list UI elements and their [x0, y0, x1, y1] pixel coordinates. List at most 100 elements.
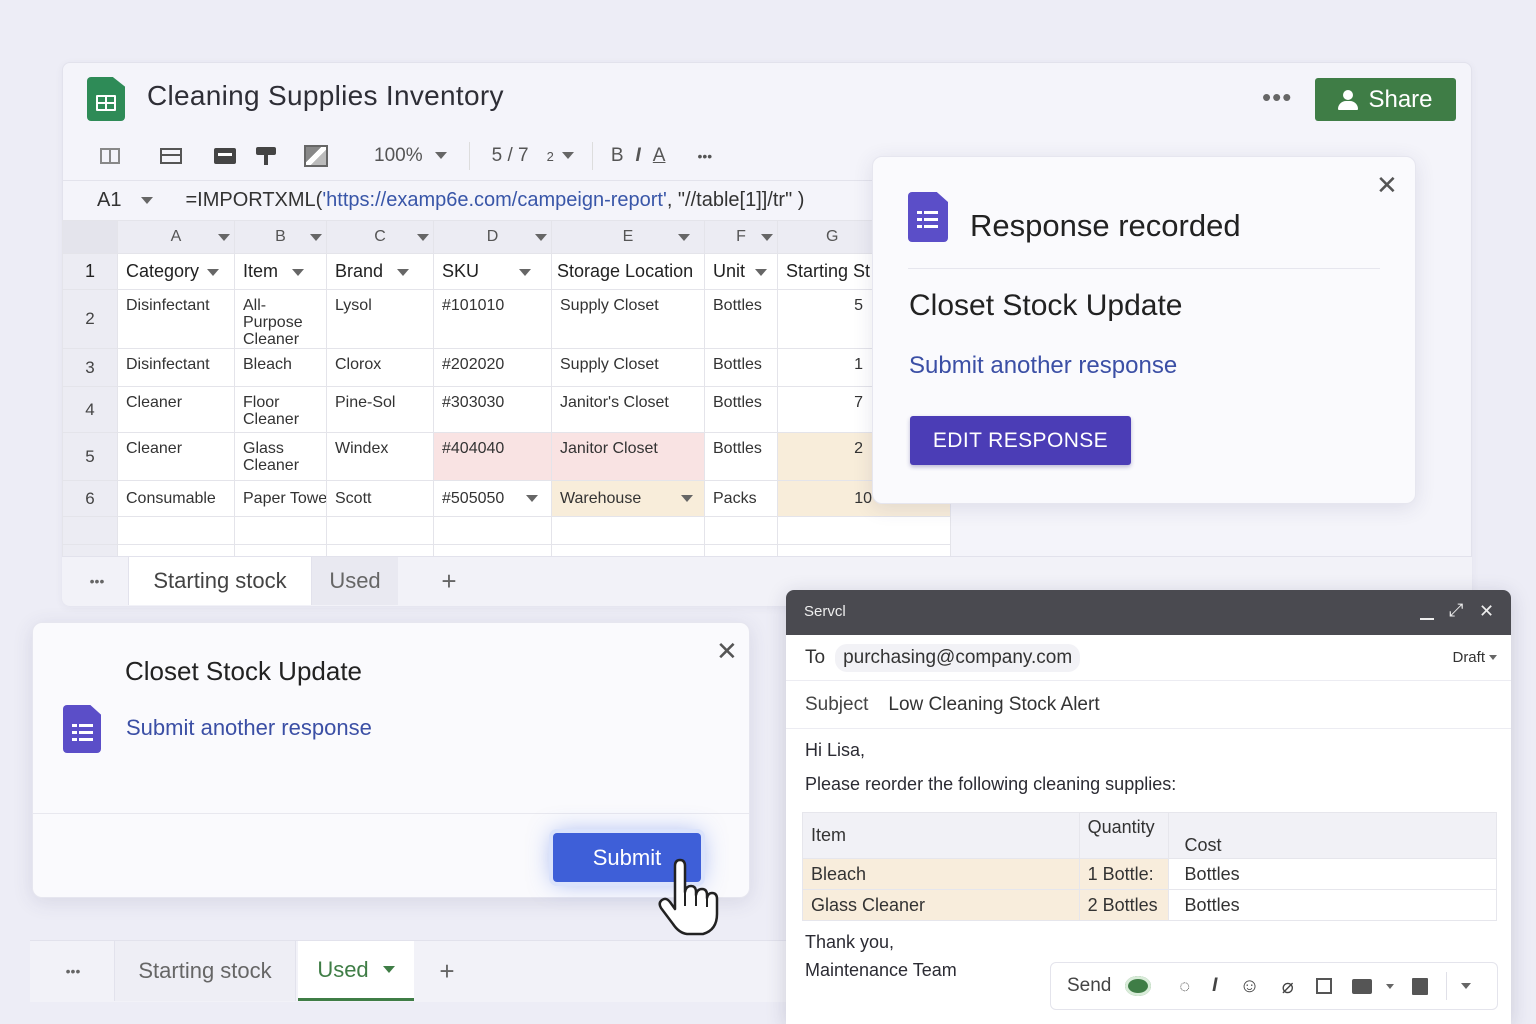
- table-cell[interactable]: All-Purpose Cleaner: [234, 289, 327, 349]
- drive-icon[interactable]: [1315, 978, 1332, 994]
- table-cell[interactable]: #202020: [433, 348, 552, 387]
- empty-cell[interactable]: [433, 516, 552, 545]
- more-options-icon[interactable]: •••: [1262, 82, 1292, 113]
- zoom-select[interactable]: 100%: [374, 145, 447, 167]
- header-cell[interactable]: SKU: [433, 253, 552, 290]
- table-cell[interactable]: Pine-Sol: [326, 386, 434, 433]
- table-cell[interactable]: Disinfectant: [117, 348, 235, 387]
- row-number[interactable]: 4: [62, 386, 118, 433]
- close-icon[interactable]: ✕: [1479, 601, 1494, 622]
- formula-input[interactable]: =IMPORTXML('https://examp6e.com/campeign…: [185, 189, 804, 212]
- filter-icon[interactable]: [755, 268, 768, 276]
- table-cell[interactable]: Cleaner: [117, 432, 235, 481]
- close-icon[interactable]: ✕: [716, 636, 738, 667]
- table-cell[interactable]: Scott: [326, 480, 434, 517]
- header-cell[interactable]: Category: [117, 253, 235, 290]
- close-icon[interactable]: ✕: [1376, 170, 1398, 201]
- highlighted-cell[interactable]: #404040: [433, 432, 552, 481]
- row-number[interactable]: 3: [62, 348, 118, 387]
- empty-cell[interactable]: [704, 516, 778, 545]
- empty-cell[interactable]: [326, 516, 434, 545]
- row-number[interactable]: 5: [62, 432, 118, 481]
- column-header-a[interactable]: A: [117, 220, 235, 254]
- table-cell[interactable]: Floor Cleaner: [234, 386, 327, 433]
- split-view-icon[interactable]: [100, 148, 120, 164]
- more-options-icon[interactable]: [1460, 983, 1471, 989]
- more-toolbar-icon[interactable]: •••: [697, 148, 712, 164]
- corner-cell[interactable]: [62, 220, 118, 254]
- table-cell[interactable]: Consumable: [117, 480, 235, 517]
- notification-icon[interactable]: ◌: [1179, 976, 1190, 997]
- tab-used[interactable]: Used: [298, 941, 414, 1001]
- cell-reference[interactable]: A1: [97, 189, 121, 212]
- table-icon[interactable]: [160, 148, 182, 164]
- filter-icon[interactable]: [207, 268, 220, 276]
- font-size-select[interactable]: 5 / 72: [492, 145, 574, 167]
- table-cell[interactable]: Bottles: [704, 386, 778, 433]
- table-cell[interactable]: Glass Cleaner: [234, 432, 327, 481]
- tab-used[interactable]: Used: [312, 557, 398, 605]
- table-cell[interactable]: #303030: [433, 386, 552, 433]
- all-sheets-icon[interactable]: •••: [72, 557, 122, 605]
- table-cell[interactable]: Clorox: [326, 348, 434, 387]
- italic-icon[interactable]: I: [1212, 975, 1217, 997]
- filter-icon[interactable]: [397, 268, 410, 276]
- table-cell[interactable]: Paper Towel: [234, 480, 327, 517]
- empty-cell[interactable]: [777, 516, 951, 545]
- row-number[interactable]: 2: [62, 289, 118, 349]
- table-cell[interactable]: Bottles: [704, 289, 778, 349]
- intro-text[interactable]: Please reorder the following cleaning su…: [805, 774, 1176, 795]
- chevron-down-icon[interactable]: [1385, 983, 1394, 989]
- empty-cell[interactable]: [551, 516, 705, 545]
- table-cell[interactable]: Supply Closet: [551, 289, 705, 349]
- header-cell[interactable]: Item: [234, 253, 327, 290]
- row-number[interactable]: [62, 516, 118, 545]
- greeting-text[interactable]: Hi Lisa,: [805, 740, 865, 761]
- row-number[interactable]: 1: [62, 253, 118, 290]
- paint-format-icon[interactable]: [256, 147, 276, 165]
- dropdown-cell[interactable]: #505050: [433, 480, 552, 517]
- empty-cell[interactable]: [117, 516, 235, 545]
- column-header-b[interactable]: B: [234, 220, 327, 254]
- filter-icon[interactable]: [519, 268, 532, 276]
- minimize-icon[interactable]: [1420, 618, 1434, 620]
- draft-label[interactable]: Draft: [1452, 649, 1485, 666]
- delete-icon[interactable]: [1411, 977, 1428, 995]
- empty-cell[interactable]: [234, 516, 327, 545]
- print-icon[interactable]: [214, 148, 236, 164]
- table-cell[interactable]: Bottles: [704, 432, 778, 481]
- send-options-icon[interactable]: [1125, 976, 1152, 996]
- emoji-icon[interactable]: ☺: [1239, 975, 1259, 998]
- submit-another-link[interactable]: Submit another response: [909, 352, 1177, 380]
- chevron-down-icon[interactable]: [526, 494, 539, 502]
- table-cell[interactable]: Supply Closet: [551, 348, 705, 387]
- signoff-text[interactable]: Thank you,: [805, 932, 894, 953]
- header-cell[interactable]: Unit: [704, 253, 778, 290]
- chevron-down-icon[interactable]: [681, 494, 694, 502]
- column-header-c[interactable]: C: [326, 220, 434, 254]
- table-cell[interactable]: Windex: [326, 432, 434, 481]
- subject-field[interactable]: Low Cleaning Stock Alert: [888, 694, 1099, 716]
- signature-text[interactable]: Maintenance Team: [805, 960, 957, 981]
- column-header-f[interactable]: F: [704, 220, 778, 254]
- recipient-chip[interactable]: purchasing@company.com: [835, 643, 1081, 672]
- expand-icon[interactable]: ⤢: [1449, 600, 1463, 621]
- table-cell[interactable]: Bottles: [704, 348, 778, 387]
- table-cell[interactable]: 1 Bottle:: [1078, 858, 1169, 890]
- insert-photo-icon[interactable]: [1351, 978, 1372, 994]
- all-sheets-icon[interactable]: •••: [48, 941, 98, 1001]
- table-cell[interactable]: Lysol: [326, 289, 434, 349]
- attach-icon[interactable]: ⌀: [1282, 974, 1294, 999]
- table-cell[interactable]: Cleaner: [117, 386, 235, 433]
- chevron-down-icon[interactable]: [141, 197, 154, 204]
- header-cell[interactable]: Brand: [326, 253, 434, 290]
- header-cell[interactable]: Storage Location: [551, 253, 705, 290]
- column-header-e[interactable]: E: [551, 220, 705, 254]
- edit-response-button[interactable]: EDIT RESPONSE: [910, 416, 1131, 465]
- highlighted-cell[interactable]: Janitor Closet: [551, 432, 705, 481]
- tab-starting-stock[interactable]: Starting stock: [114, 941, 296, 1001]
- dropdown-cell[interactable]: Warehouse: [551, 480, 705, 517]
- send-button[interactable]: Send: [1067, 975, 1111, 997]
- table-cell[interactable]: Bleach: [802, 858, 1080, 890]
- column-header-d[interactable]: D: [433, 220, 552, 254]
